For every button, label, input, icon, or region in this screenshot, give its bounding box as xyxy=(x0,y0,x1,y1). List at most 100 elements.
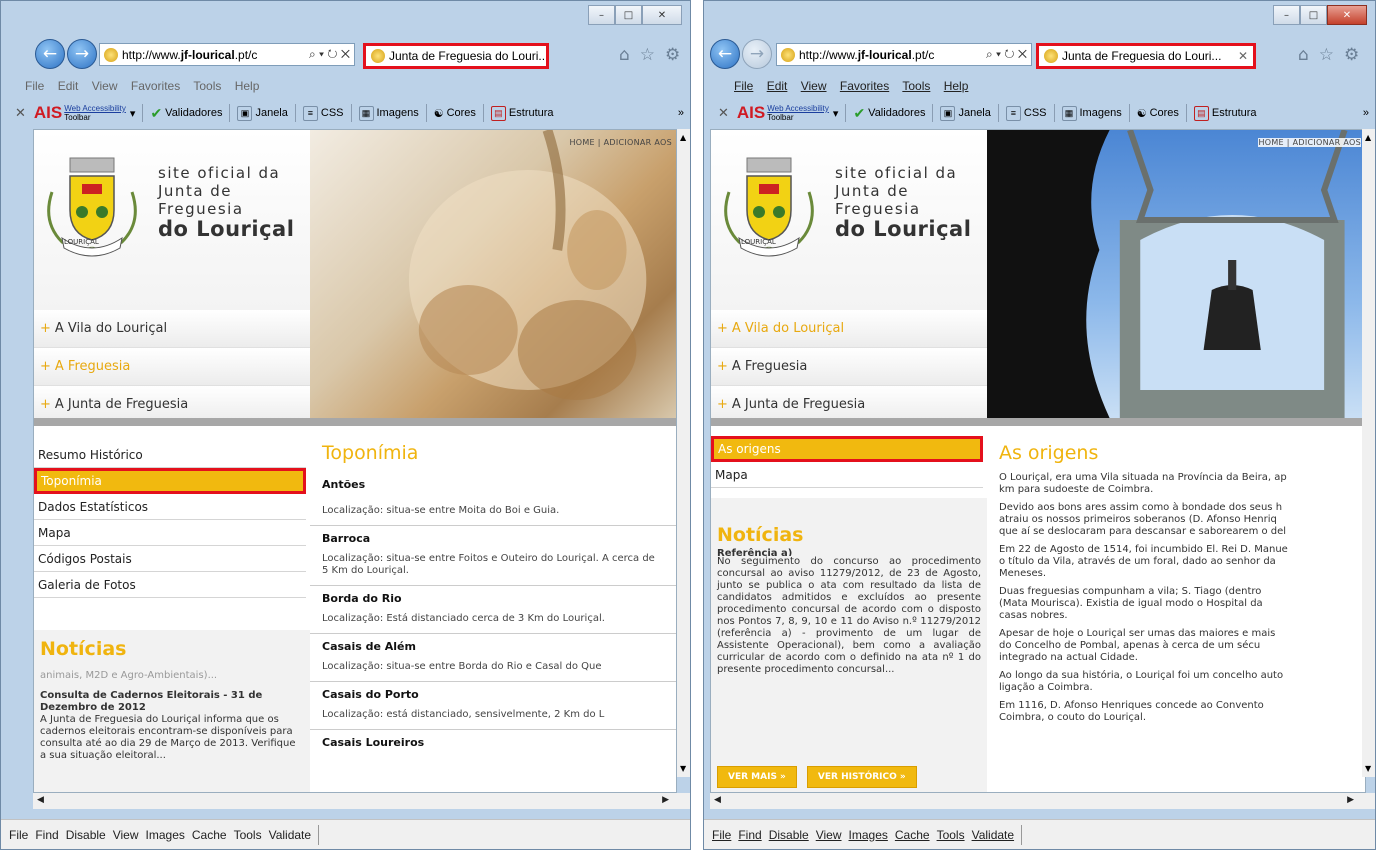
favorites-star-icon[interactable]: ☆ xyxy=(640,45,655,65)
status-file[interactable]: File xyxy=(9,828,28,842)
menu-favorites[interactable]: Favorites xyxy=(131,79,180,93)
menu-edit[interactable]: Edit xyxy=(767,79,788,93)
menu-tools[interactable]: Tools xyxy=(193,79,221,93)
gear-icon[interactable]: ⚙ xyxy=(665,45,680,65)
home-icon[interactable]: ⌂ xyxy=(1298,45,1309,65)
minimize-button[interactable]: – xyxy=(588,5,615,25)
menu-edit[interactable]: Edit xyxy=(58,79,79,93)
janela-button[interactable]: ▣ Janela xyxy=(237,105,288,121)
menu-file[interactable]: File xyxy=(25,79,44,93)
forward-button[interactable]: → xyxy=(742,39,772,69)
subnav-toponimia[interactable]: Toponímia xyxy=(34,468,306,494)
vertical-scrollbar[interactable]: ▲ ▼ xyxy=(677,129,690,777)
subnav-galeria[interactable]: Galeria de Fotos xyxy=(34,572,306,598)
subnav-mapa[interactable]: Mapa xyxy=(34,520,306,546)
css-button[interactable]: ≡ CSS xyxy=(1005,105,1047,121)
toolbar-overflow-icon[interactable]: » xyxy=(1363,107,1375,119)
scroll-left-icon[interactable]: ◀ xyxy=(714,795,721,805)
status-images[interactable]: Images xyxy=(146,828,185,842)
minimize-button[interactable]: – xyxy=(1273,5,1300,25)
estrutura-button[interactable]: ▤ Estrutura xyxy=(490,105,554,121)
subnav-dados[interactable]: Dados Estatísticos xyxy=(34,494,306,520)
janela-button[interactable]: ▣ Janela xyxy=(940,105,991,121)
gear-icon[interactable]: ⚙ xyxy=(1344,45,1359,65)
menu-view[interactable]: View xyxy=(92,79,118,93)
imagens-button[interactable]: ▦ Imagens xyxy=(358,105,419,121)
address-controls-icon[interactable]: ⌕ ▾ ↻ ✕ xyxy=(309,47,354,62)
scroll-up-icon[interactable]: ▲ xyxy=(1365,133,1371,142)
close-window-button[interactable]: ✕ xyxy=(642,5,682,25)
ais-label-line1[interactable]: Web Accessibility xyxy=(64,104,126,113)
back-button[interactable]: ← xyxy=(710,39,740,69)
status-tools[interactable]: Tools xyxy=(234,828,262,842)
subnav-mapa[interactable]: Mapa xyxy=(711,462,983,488)
ver-mais-button[interactable]: VER MAIS » xyxy=(717,766,797,788)
status-disable[interactable]: Disable xyxy=(769,828,809,842)
toolbar-close-icon[interactable]: ✕ xyxy=(718,105,729,121)
horizontal-scrollbar[interactable]: ◀ ▶ xyxy=(33,793,690,809)
status-view[interactable]: View xyxy=(816,828,842,842)
ais-label[interactable]: Web Accessibility Toolbar xyxy=(64,104,126,122)
scroll-down-icon[interactable]: ▼ xyxy=(680,764,686,773)
nav-freguesia[interactable]: + A Freguesia xyxy=(711,348,987,386)
status-cache[interactable]: Cache xyxy=(895,828,930,842)
browser-tab[interactable]: Junta de Freguesia do Louri... ✕ xyxy=(1036,43,1256,69)
subnav-resumo[interactable]: Resumo Histórico xyxy=(34,442,306,468)
menu-view[interactable]: View xyxy=(801,79,827,93)
address-bar[interactable]: http://www. jf-lourical .pt/c ⌕ ▾ ↻ ✕ xyxy=(99,43,355,66)
menu-tools[interactable]: Tools xyxy=(902,79,930,93)
ais-label-line1[interactable]: Web Accessibility xyxy=(767,104,829,113)
address-bar[interactable]: http://www. jf-lourical .pt/c ⌕ ▾ ↻ ✕ xyxy=(776,43,1032,66)
nav-freguesia[interactable]: + A Freguesia xyxy=(34,348,310,386)
toolbar-close-icon[interactable]: ✕ xyxy=(15,105,26,121)
scroll-up-icon[interactable]: ▲ xyxy=(680,133,686,142)
maximize-button[interactable]: □ xyxy=(1300,5,1327,25)
imagens-button[interactable]: ▦ Imagens xyxy=(1061,105,1122,121)
status-cache[interactable]: Cache xyxy=(192,828,227,842)
scroll-down-icon[interactable]: ▼ xyxy=(1365,764,1371,773)
estrutura-button[interactable]: ▤ Estrutura xyxy=(1193,105,1257,121)
top-links[interactable]: HOME | ADICIONAR AOS xyxy=(1258,138,1361,147)
validadores-button[interactable]: ✔ Validadores xyxy=(853,105,925,122)
news-title[interactable]: Consulta de Cadernos Eleitorais - 31 de … xyxy=(40,690,304,714)
forward-button[interactable]: → xyxy=(67,39,97,69)
ais-dropdown-icon[interactable]: ▾ xyxy=(833,107,839,120)
status-validate[interactable]: Validate xyxy=(972,828,1014,842)
ver-historico-button[interactable]: VER HISTÓRICO » xyxy=(806,766,917,788)
subnav-origens[interactable]: As origens xyxy=(711,436,983,462)
back-button[interactable]: ← xyxy=(35,39,65,69)
status-images[interactable]: Images xyxy=(849,828,888,842)
browser-tab[interactable]: Junta de Freguesia do Louri... ✕ xyxy=(363,43,549,69)
scroll-left-icon[interactable]: ◀ xyxy=(37,795,44,805)
cores-button[interactable]: ☯ Cores xyxy=(434,107,476,120)
subnav-codigos[interactable]: Códigos Postais xyxy=(34,546,306,572)
ais-dropdown-icon[interactable]: ▾ xyxy=(130,107,136,120)
ais-label[interactable]: Web Accessibility Toolbar xyxy=(767,104,829,122)
cores-button[interactable]: ☯ Cores xyxy=(1137,107,1179,120)
vertical-scrollbar[interactable]: ▲ ▼ xyxy=(1362,129,1375,777)
status-view[interactable]: View xyxy=(113,828,139,842)
favorites-star-icon[interactable]: ☆ xyxy=(1319,45,1334,65)
tab-close-icon[interactable]: ✕ xyxy=(1238,49,1248,63)
horizontal-scrollbar[interactable]: ◀ ▶ xyxy=(710,793,1375,809)
validadores-button[interactable]: ✔ Validadores xyxy=(150,105,222,122)
css-button[interactable]: ≡ CSS xyxy=(302,105,344,121)
close-window-button[interactable]: ✕ xyxy=(1327,5,1367,25)
nav-vila[interactable]: + A Vila do Louriçal xyxy=(34,310,310,348)
status-find[interactable]: Find xyxy=(35,828,58,842)
toolbar-overflow-icon[interactable]: » xyxy=(678,107,690,119)
menu-favorites[interactable]: Favorites xyxy=(840,79,889,93)
scroll-right-icon[interactable]: ▶ xyxy=(1347,795,1354,805)
scroll-right-icon[interactable]: ▶ xyxy=(662,795,669,805)
status-tools[interactable]: Tools xyxy=(937,828,965,842)
status-disable[interactable]: Disable xyxy=(66,828,106,842)
maximize-button[interactable]: □ xyxy=(615,5,642,25)
nav-vila[interactable]: + A Vila do Louriçal xyxy=(711,310,987,348)
menu-help[interactable]: Help xyxy=(235,79,260,93)
home-icon[interactable]: ⌂ xyxy=(619,45,630,65)
menu-help[interactable]: Help xyxy=(944,79,969,93)
status-find[interactable]: Find xyxy=(738,828,761,842)
top-links[interactable]: HOME | ADICIONAR AOS xyxy=(569,138,672,147)
tab-close-icon[interactable]: ✕ xyxy=(548,49,549,63)
status-file[interactable]: File xyxy=(712,828,731,842)
